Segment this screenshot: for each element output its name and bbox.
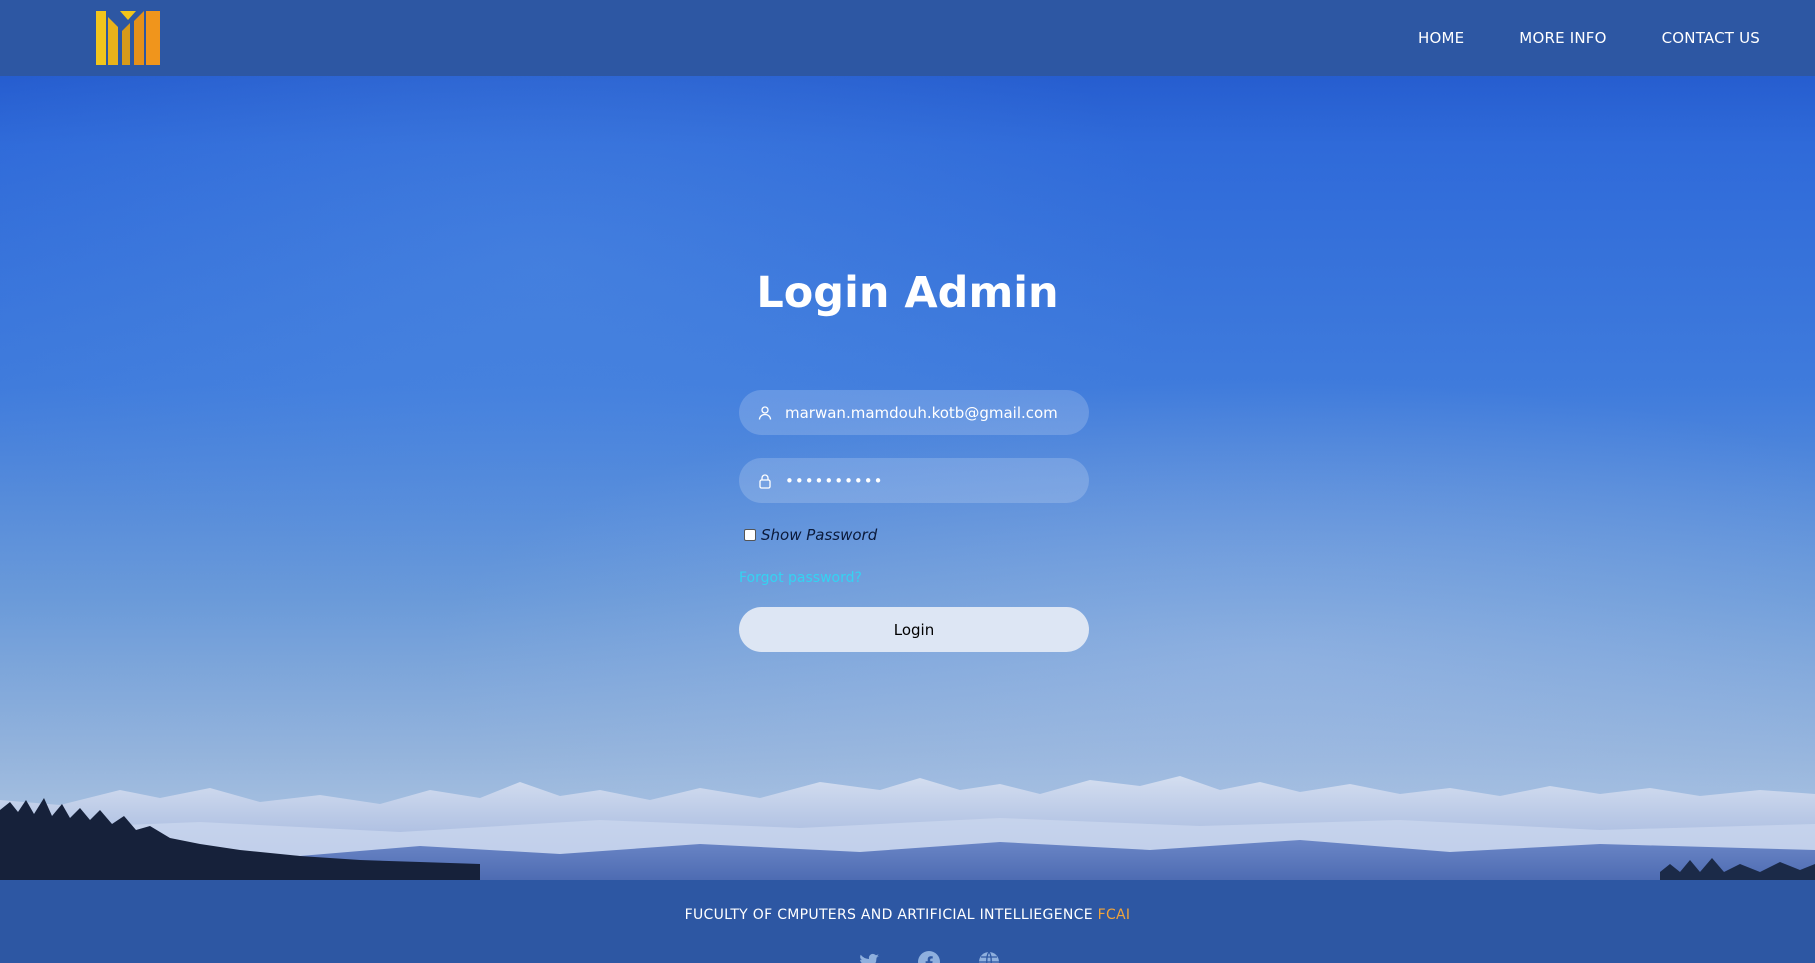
faculty-name: FUCULTY OF CMPUTERS AND ARTIFICIAL INTEL… (684, 907, 1093, 923)
show-password-label[interactable]: Show Password (761, 526, 877, 544)
site-logo[interactable] (96, 11, 160, 65)
user-icon (757, 405, 773, 421)
top-navbar: HOME MORE INFO CONTACT US (0, 0, 1815, 76)
mountain-landscape (0, 776, 1815, 885)
password-value: •••••••••• (785, 471, 884, 490)
site-footer: FUCULTY OF CMPUTERS AND ARTIFICIAL INTEL… (0, 880, 1815, 963)
show-password-checkbox[interactable] (744, 529, 756, 541)
login-title: Login Admin (756, 268, 1059, 318)
social-links (857, 950, 1001, 963)
nav-contact-us-link[interactable]: CONTACT US (1662, 29, 1760, 47)
show-password-row: Show Password (744, 526, 1089, 544)
faculty-acronym: FCAI (1097, 907, 1131, 923)
twitter-icon[interactable] (857, 950, 881, 963)
login-button[interactable]: Login (739, 607, 1089, 652)
facebook-icon[interactable] (917, 950, 941, 963)
nav-more-info-link[interactable]: MORE INFO (1519, 29, 1606, 47)
email-value: marwan.mamdouh.kotb@gmail.com (785, 403, 1058, 422)
nav-home-link[interactable]: HOME (1418, 29, 1464, 47)
login-form: marwan.mamdouh.kotb@gmail.com ••••••••••… (739, 390, 1089, 652)
footer-text: FUCULTY OF CMPUTERS AND ARTIFICIAL INTEL… (0, 907, 1815, 923)
email-field[interactable]: marwan.mamdouh.kotb@gmail.com (739, 390, 1089, 435)
password-field[interactable]: •••••••••• (739, 458, 1089, 503)
forgot-password-link[interactable]: Forgot password? (739, 570, 1089, 586)
globe-icon[interactable] (977, 950, 1001, 963)
lock-icon (757, 473, 773, 489)
main-nav: HOME MORE INFO CONTACT US (1418, 29, 1760, 47)
